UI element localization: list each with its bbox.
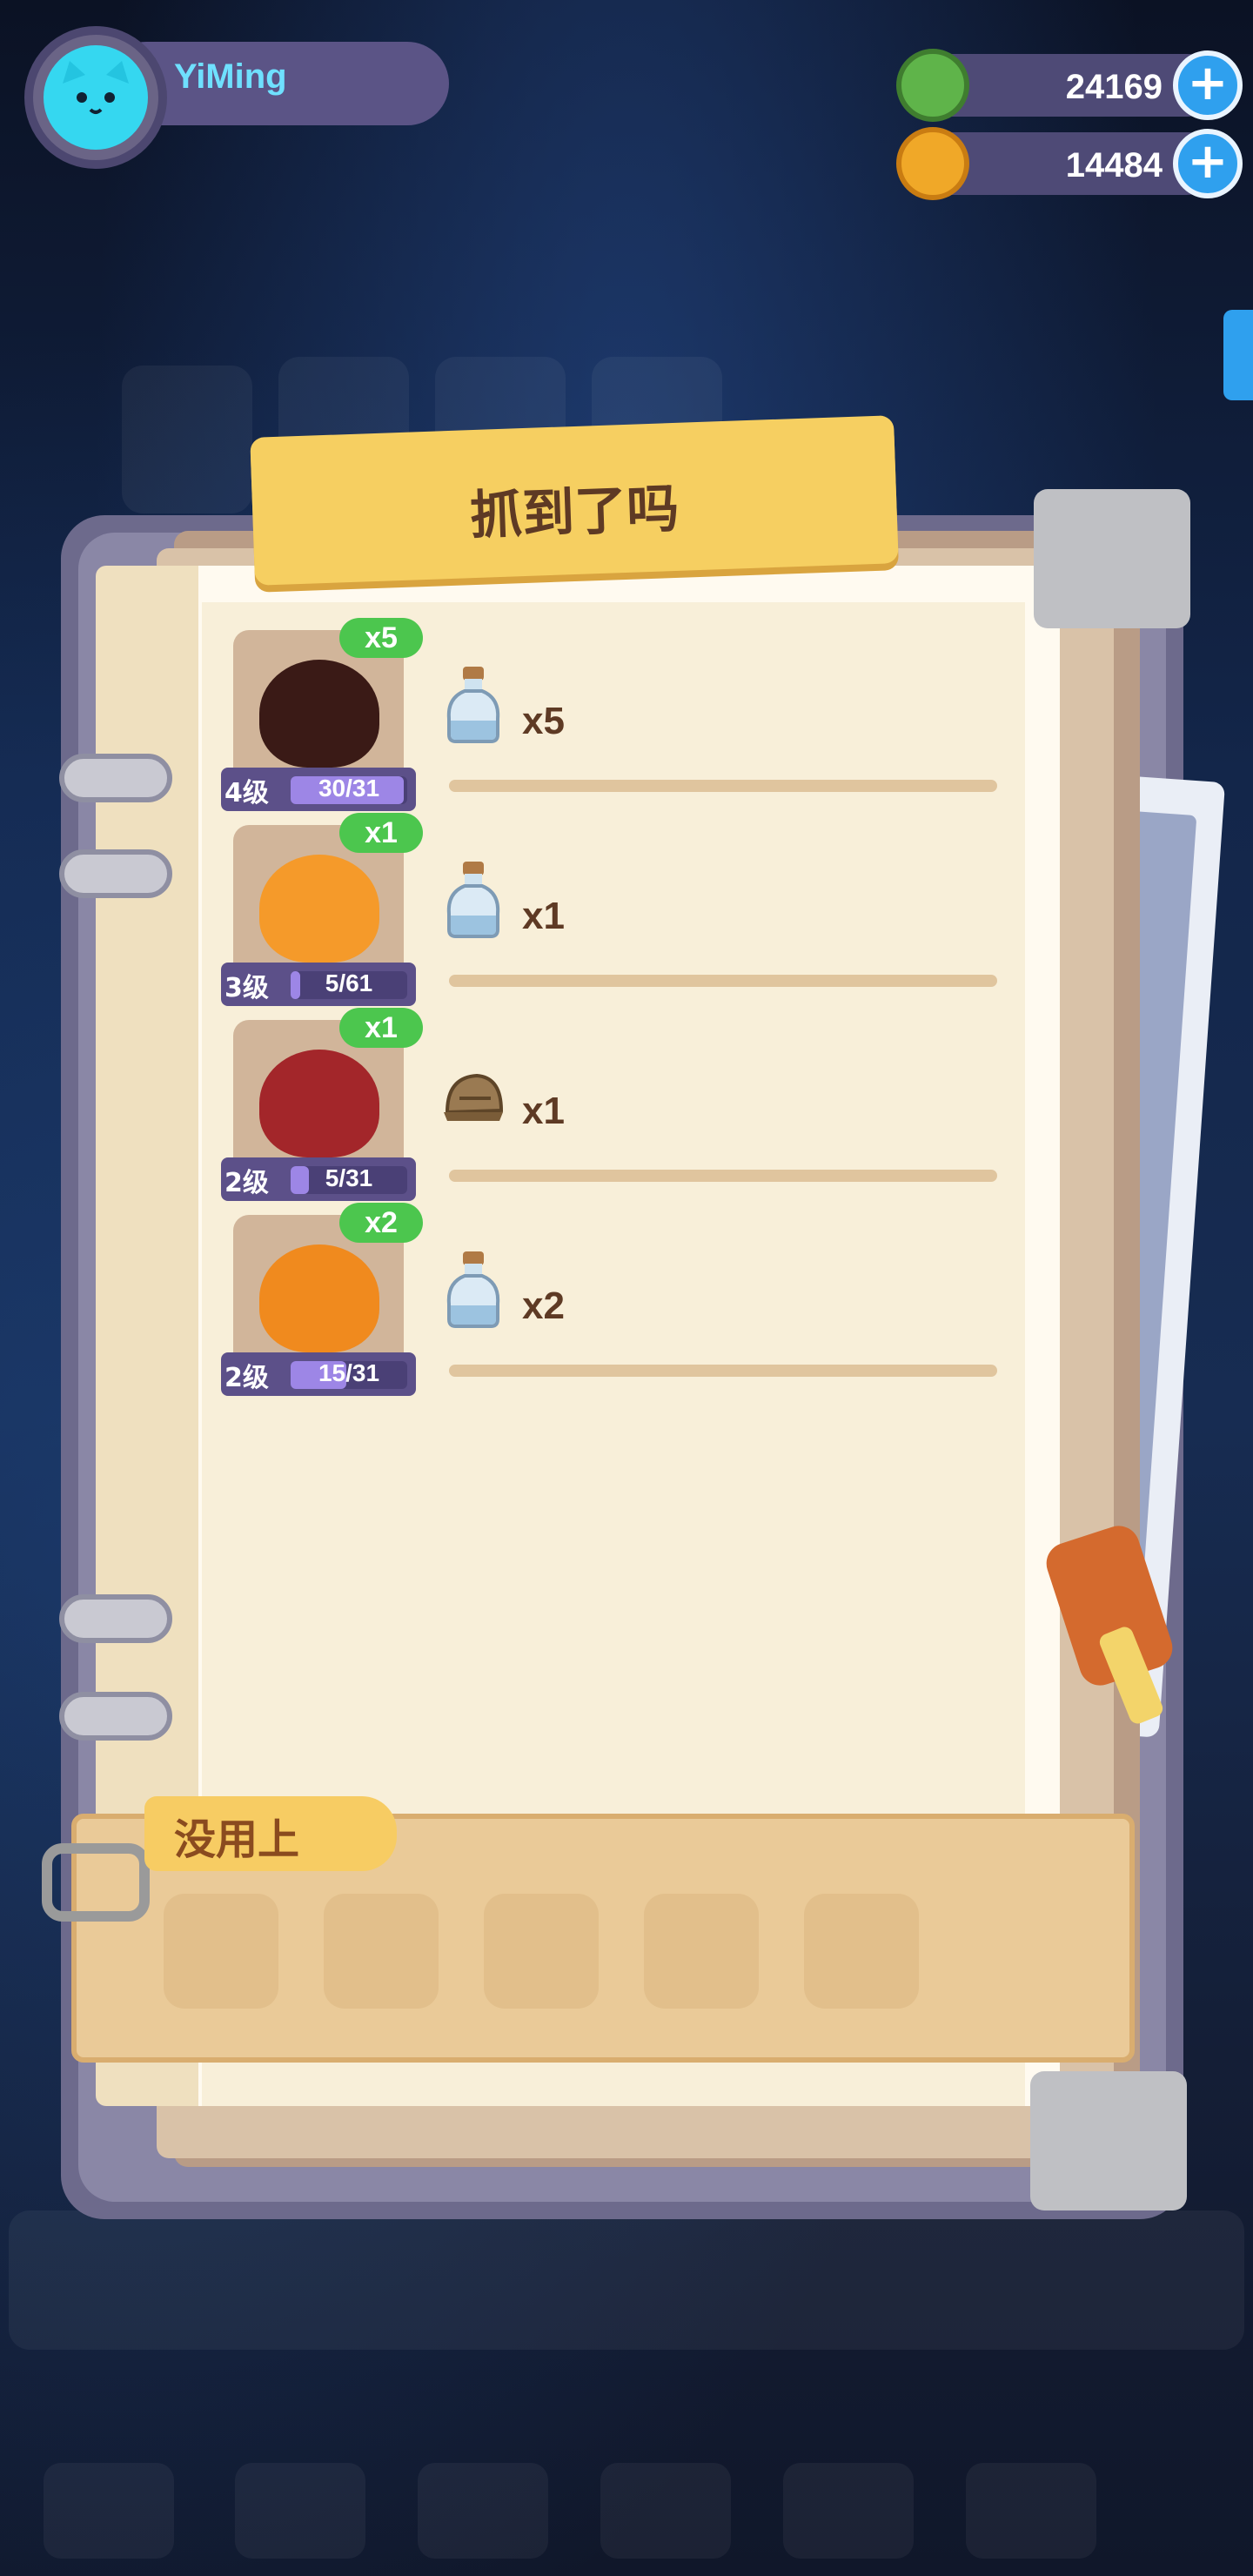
helmet-icon (442, 1055, 505, 1135)
monster-level: 2级 (224, 1363, 269, 1393)
empty-slot[interactable] (484, 1894, 599, 2009)
row-divider (449, 975, 997, 987)
row-divider (449, 1170, 997, 1182)
row-divider (449, 780, 997, 792)
monster-exp: 5/61 (325, 969, 373, 996)
paper-clip-icon (42, 1843, 150, 1922)
binder-ring (59, 754, 172, 802)
background-facility-strip (9, 2210, 1244, 2350)
red-slime-icon (259, 1050, 379, 1157)
monster-exp: 15/31 (318, 1359, 380, 1386)
catch-row: x2 2级 15/31 x2 (221, 1203, 1004, 1406)
player-name: YiMing (174, 57, 287, 96)
bottle-icon (442, 1250, 505, 1330)
nav-ghost-item (235, 2463, 365, 2559)
fire-spirit-icon (259, 855, 379, 963)
drop-count: x1 (522, 895, 565, 937)
binder-ring (59, 849, 172, 898)
binder-ring (59, 1692, 172, 1741)
empty-slot[interactable] (324, 1894, 439, 2009)
empty-slot[interactable] (164, 1894, 278, 2009)
catch-row: x5 4级 30/31 x5 (221, 618, 1004, 822)
cat-avatar-icon[interactable] (44, 45, 148, 150)
currency-value-green: 24169 (1065, 68, 1163, 106)
catch-count-badge: x1 (339, 813, 423, 853)
drop-count: x5 (522, 700, 565, 742)
nav-ghost-item (783, 2463, 914, 2559)
row-divider (449, 1365, 997, 1377)
corner-clip-bottom (1030, 2071, 1187, 2210)
bottle-icon (442, 665, 505, 745)
currency-value-planet: 14484 (1065, 146, 1163, 184)
monster-level: 2级 (224, 1168, 269, 1198)
dark-lava-monster-icon (259, 660, 379, 768)
background-quest-card (122, 366, 252, 513)
add-planet-coin-button[interactable]: + (1173, 129, 1243, 198)
empty-slot[interactable] (644, 1894, 759, 2009)
empty-slot[interactable] (804, 1894, 919, 2009)
monster-level: 4级 (224, 778, 269, 808)
binder-ring (59, 1594, 172, 1643)
drop-count: x1 (522, 1090, 565, 1132)
nav-ghost-item (600, 2463, 731, 2559)
corner-clip-top (1034, 489, 1190, 628)
monster-exp: 30/31 (318, 775, 380, 802)
catch-count-badge: x5 (339, 618, 423, 658)
unused-title: 没用上 (174, 1815, 300, 1864)
catch-count-badge: x1 (339, 1008, 423, 1048)
nav-ghost-item (966, 2463, 1096, 2559)
catch-row: x1 2级 5/31 x1 (221, 1008, 1004, 1211)
flame-hood-icon (259, 1244, 379, 1352)
monster-exp: 5/31 (325, 1164, 373, 1191)
nav-ghost-item (418, 2463, 548, 2559)
monster-level: 3级 (224, 973, 269, 1003)
add-green-coin-button[interactable]: + (1173, 50, 1243, 120)
bottle-icon (442, 860, 505, 940)
catch-row: x1 3级 5/61 x1 (221, 813, 1004, 1016)
nav-ghost-item (44, 2463, 174, 2559)
side-drawer-tab[interactable] (1223, 310, 1253, 400)
catch-count-badge: x2 (339, 1203, 423, 1243)
drop-count: x2 (522, 1285, 565, 1327)
